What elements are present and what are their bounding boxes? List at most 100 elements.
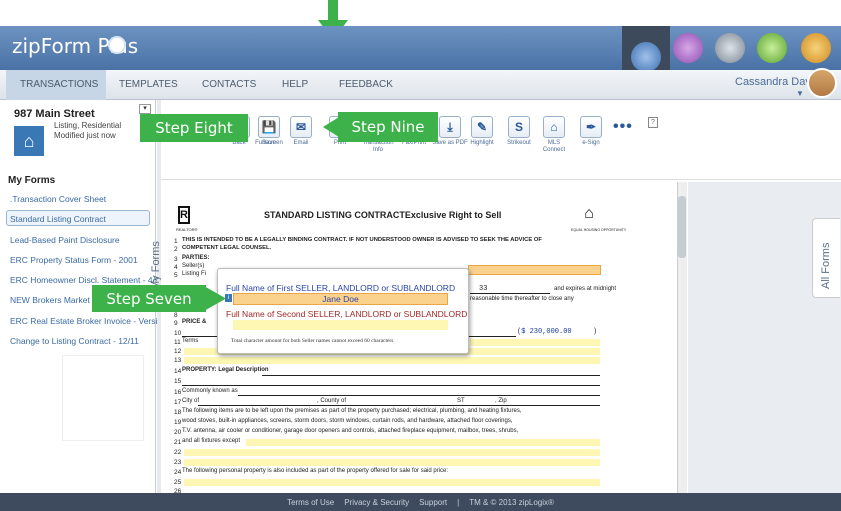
property-type: Listing, Residential [54, 121, 122, 130]
terms-field-3[interactable] [184, 357, 600, 364]
personal-field[interactable] [184, 479, 600, 486]
tab-app-5[interactable] [792, 26, 840, 70]
esign-button[interactable]: ✒ [580, 116, 602, 138]
globe-app-icon [631, 42, 661, 72]
copyright: TM & © 2013 zipLogix® [469, 497, 554, 507]
my-forms-heading: My Forms [8, 175, 56, 186]
document-scroll-thumb[interactable] [678, 196, 686, 258]
fixtures-field-3[interactable] [184, 459, 600, 466]
form-item[interactable]: ERC Real Estate Broker Invoice - Version [10, 316, 167, 326]
save-pdf-button[interactable]: ⤓ [439, 116, 461, 138]
doc-price-close: ) [594, 328, 597, 335]
document-title-suffix: Exclusive Right to Sell [404, 210, 502, 220]
doc-price: PRICE & [182, 319, 207, 325]
line-number: 11 [174, 339, 181, 346]
chevron-down-icon[interactable]: ▼ [796, 89, 804, 98]
collapse-button[interactable]: ▾ [139, 104, 151, 114]
transaction-info-label: Transaction Info [362, 140, 394, 153]
line-number: 13 [174, 357, 182, 364]
doc-zip: , Zip [495, 398, 507, 404]
seller-field[interactable] [468, 265, 601, 275]
date-rule [470, 293, 550, 294]
email-button[interactable]: ✉ [290, 116, 312, 138]
tab-app-2[interactable] [664, 26, 712, 70]
doc-terms: Terms [182, 338, 199, 344]
popup-label-first-seller: Full Name of First SELLER, LANDLORD or S… [226, 283, 456, 293]
form-item-selected[interactable]: Standard Listing Contract [6, 210, 150, 226]
line-number: 15 [174, 378, 182, 385]
line-number: 12 [174, 348, 182, 355]
doc-line-24: The following personal property is also … [182, 468, 449, 474]
info-icon[interactable]: i [225, 294, 232, 302]
highlight-button[interactable]: ✎ [471, 116, 493, 138]
doc-close: reasonable time thereafter to close any [470, 296, 574, 302]
doc-seller: Seller(s) [182, 263, 205, 269]
avatar[interactable] [807, 68, 837, 98]
strikeout-button[interactable]: S [508, 116, 530, 138]
doc-line-1: THIS IS INTENDED TO BE A LEGALLY BINDING… [182, 237, 542, 243]
property-rule-2 [182, 385, 600, 386]
line-number: 3 [174, 256, 178, 263]
nav-help[interactable]: HELP [282, 79, 308, 90]
globe-icon [108, 36, 126, 54]
line-number: 24 [174, 469, 182, 476]
highlight-label: Highlight [470, 140, 494, 146]
tab-app-4[interactable] [748, 26, 796, 70]
support-link[interactable]: Support [419, 498, 447, 507]
all-forms-tab-label: All Forms [820, 242, 832, 289]
email-label: Email [293, 140, 309, 146]
terms-field[interactable] [470, 339, 600, 346]
dollar-app-icon [801, 33, 831, 63]
save-button[interactable]: 💾 [258, 116, 280, 138]
line-number: 16 [174, 389, 182, 396]
calendar-app-icon [757, 33, 787, 63]
form-item[interactable]: Change to Listing Contract - 12/11 [10, 336, 139, 346]
help-button[interactable]: ? [648, 117, 658, 128]
form-item[interactable]: ERC Homeowner Discl. Statement - 4/92 [10, 275, 164, 285]
footer-separator: | [457, 497, 460, 507]
phone-app-icon [715, 33, 745, 63]
form-item[interactable]: Lead-Based Paint Disclosure [10, 235, 120, 245]
doc-parties: PARTIES: [182, 255, 210, 261]
line-number: 17 [174, 399, 182, 406]
line-number: 2 [174, 246, 178, 253]
line-number: 20 [174, 429, 182, 436]
line-number: 21 [174, 439, 182, 446]
step-seven-callout: Step Seven [92, 285, 206, 312]
doc-st: ST [457, 398, 465, 404]
document-title: STANDARD LISTING CONTRACTExclusive Right… [264, 210, 501, 220]
fixtures-field[interactable] [246, 439, 600, 446]
sidebar-blank-panel [62, 355, 144, 441]
nav-transactions[interactable]: TRANSACTIONS [20, 79, 98, 90]
privacy-link[interactable]: Privacy & Security [344, 498, 409, 507]
all-forms-tab[interactable]: All Forms [812, 218, 840, 298]
popup-note: Total character amount for both Seller n… [231, 338, 394, 344]
form-item[interactable]: ERC Property Status Form - 2001 [10, 255, 138, 265]
first-seller-input[interactable]: Jane Doe [233, 293, 448, 305]
mls-connect-label: MLS Connect [542, 140, 566, 153]
line-number: 5 [174, 272, 178, 279]
puzzle-app-icon [673, 33, 703, 63]
commonly-rule [238, 395, 600, 396]
step-seven-arrow-icon [204, 286, 226, 311]
doc-listing: Listing Fi [182, 271, 207, 277]
line-number: 14 [174, 368, 182, 375]
doc-line-19: wood stoves, built-in appliances, screen… [182, 418, 513, 424]
second-seller-input[interactable] [233, 320, 448, 330]
doc-expires: and expires at midnight [554, 286, 617, 292]
nav-feedback[interactable]: FEEDBACK [339, 79, 393, 90]
strikeout-label: Strikeout [507, 140, 531, 146]
fixtures-field-2[interactable] [184, 449, 600, 456]
nav-contacts[interactable]: CONTACTS [202, 79, 256, 90]
terms-of-use-link[interactable]: Terms of Use [287, 498, 334, 507]
esign-label: e-Sign [582, 140, 600, 146]
nav-templates[interactable]: TEMPLATES [119, 79, 178, 90]
line-number: 19 [174, 419, 182, 426]
doc-city: City of [182, 398, 200, 404]
tab-app-3[interactable] [706, 26, 754, 70]
more-tools-button[interactable]: ••• [613, 118, 633, 136]
mls-connect-button[interactable]: ⌂ [543, 116, 565, 138]
form-item[interactable]: .Transaction Cover Sheet [10, 194, 106, 204]
footer: Terms of Use Privacy & Security Support … [0, 493, 841, 511]
realtor-caption: REALTOR® [176, 227, 198, 232]
